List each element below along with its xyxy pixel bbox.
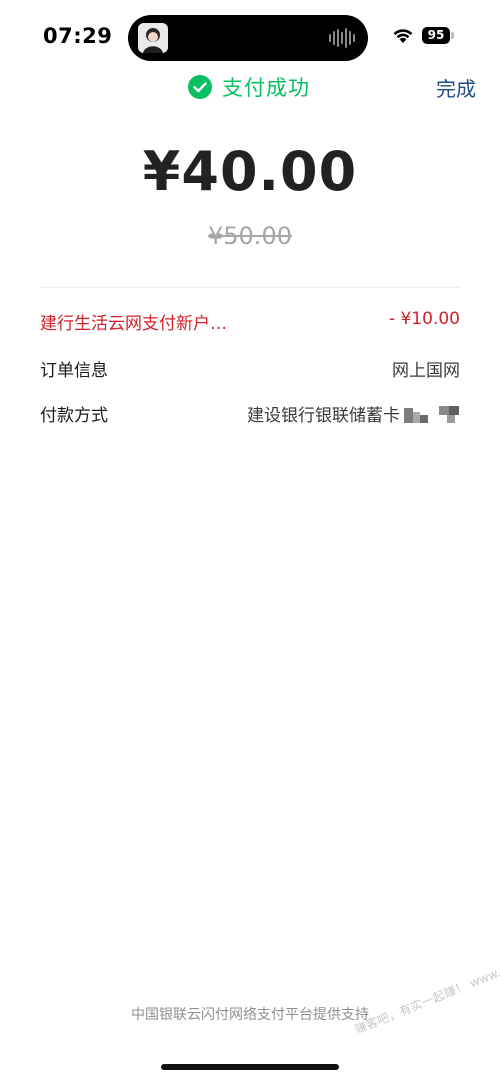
- card-number-mask: [404, 406, 459, 423]
- original-amount: ¥50.00: [208, 222, 292, 250]
- discount-value: - ¥10.00: [388, 309, 460, 329]
- payment-method-value: 建设银行银联储蓄卡: [247, 406, 400, 426]
- divider: [40, 287, 460, 288]
- payment-method-label: 付款方式: [40, 406, 108, 426]
- dynamic-island[interactable]: [128, 15, 368, 61]
- payment-method-row: 付款方式 建设银行银联储蓄卡: [40, 401, 460, 429]
- wifi-icon: [393, 29, 413, 43]
- paid-amount: ¥40.00: [142, 140, 358, 203]
- order-info-value: 网上国网: [392, 361, 460, 381]
- battery-cap: [451, 32, 454, 39]
- status-time: 07:29: [43, 24, 113, 48]
- success-text: 支付成功: [222, 76, 310, 100]
- discount-row: 建行生活云网支付新户… - ¥10.00: [40, 309, 460, 337]
- order-info-label: 订单信息: [40, 361, 108, 381]
- audio-wave-icon: [329, 28, 355, 48]
- home-indicator[interactable]: [161, 1064, 339, 1070]
- check-circle-icon: [188, 75, 212, 99]
- order-info-row: 订单信息 网上国网: [40, 356, 460, 384]
- done-button[interactable]: 完成: [436, 73, 476, 102]
- discount-label: 建行生活云网支付新户…: [40, 314, 227, 334]
- payment-success-title: 支付成功: [188, 72, 310, 102]
- avatar: [138, 23, 168, 53]
- battery-indicator: 95: [422, 27, 450, 44]
